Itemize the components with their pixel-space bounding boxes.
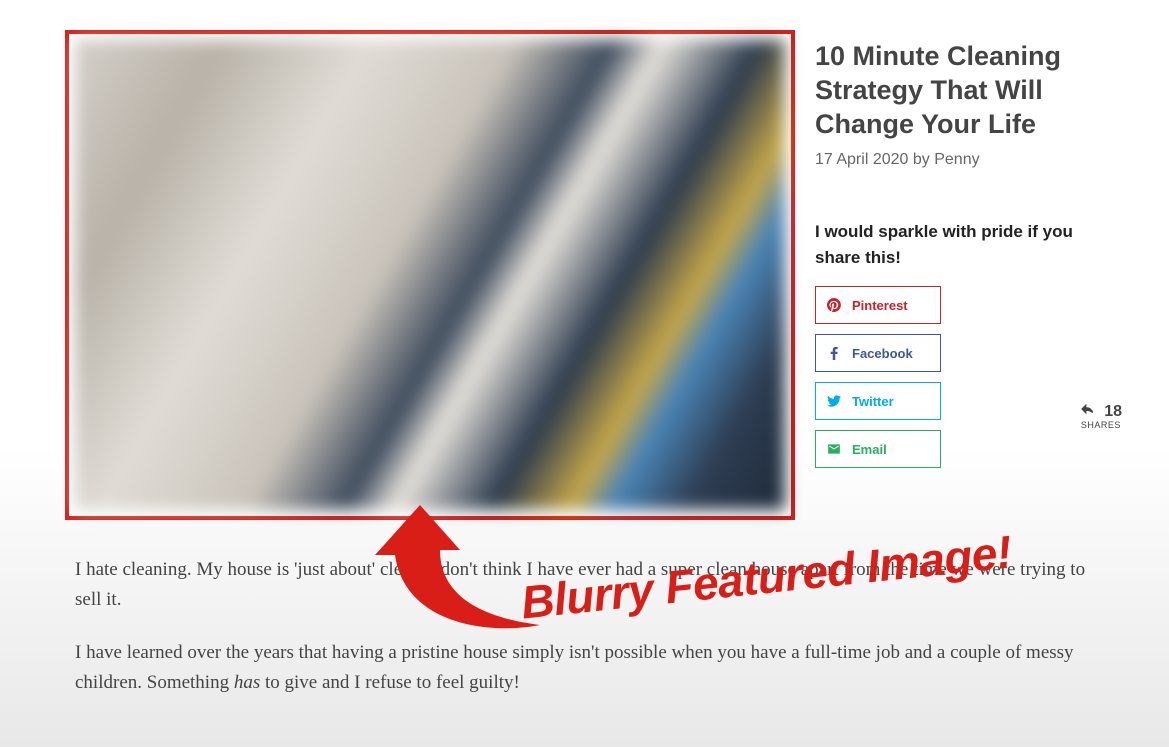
featured-image-frame	[65, 30, 795, 520]
share-label: Email	[852, 442, 940, 457]
share-pinterest-button[interactable]: Pinterest	[815, 286, 941, 324]
twitter-icon	[816, 394, 852, 408]
paragraph: I have learned over the years that havin…	[75, 638, 1094, 699]
share-facebook-button[interactable]: Facebook	[815, 334, 941, 372]
emphasis: has	[234, 672, 260, 693]
email-icon	[816, 442, 852, 456]
shares-number: 18	[1104, 403, 1122, 420]
paragraph: I hate cleaning. My house is 'just about…	[75, 555, 1094, 616]
share-arrow-icon	[1080, 400, 1096, 421]
article-author[interactable]: Penny	[934, 151, 979, 168]
article-title: 10 Minute Cleaning Strategy That Will Ch…	[815, 40, 1094, 141]
article-meta: 17 April 2020 by Penny	[815, 151, 1094, 169]
shares-label: SHARES	[1080, 421, 1122, 430]
meta-by: by	[913, 151, 930, 168]
share-label: Twitter	[852, 394, 940, 409]
text: I have learned over the years that havin…	[75, 642, 1074, 693]
facebook-icon	[816, 347, 852, 360]
share-email-button[interactable]: Email	[815, 430, 941, 468]
featured-image	[75, 40, 785, 510]
text: to give and I refuse to feel guilty!	[260, 672, 520, 693]
share-heading: I would sparkle with pride if you share …	[815, 219, 1094, 270]
share-twitter-button[interactable]: Twitter	[815, 382, 941, 420]
pinterest-icon	[816, 298, 852, 312]
article-body: I hate cleaning. My house is 'just about…	[0, 520, 1169, 699]
share-buttons: Pinterest Facebook Twitter Email	[815, 286, 1094, 468]
share-label: Facebook	[852, 346, 940, 361]
share-label: Pinterest	[852, 298, 940, 313]
article-sidebar: 10 Minute Cleaning Strategy That Will Ch…	[815, 30, 1094, 520]
article-date: 17 April 2020	[815, 151, 908, 168]
shares-count: 18 SHARES	[1080, 400, 1122, 430]
